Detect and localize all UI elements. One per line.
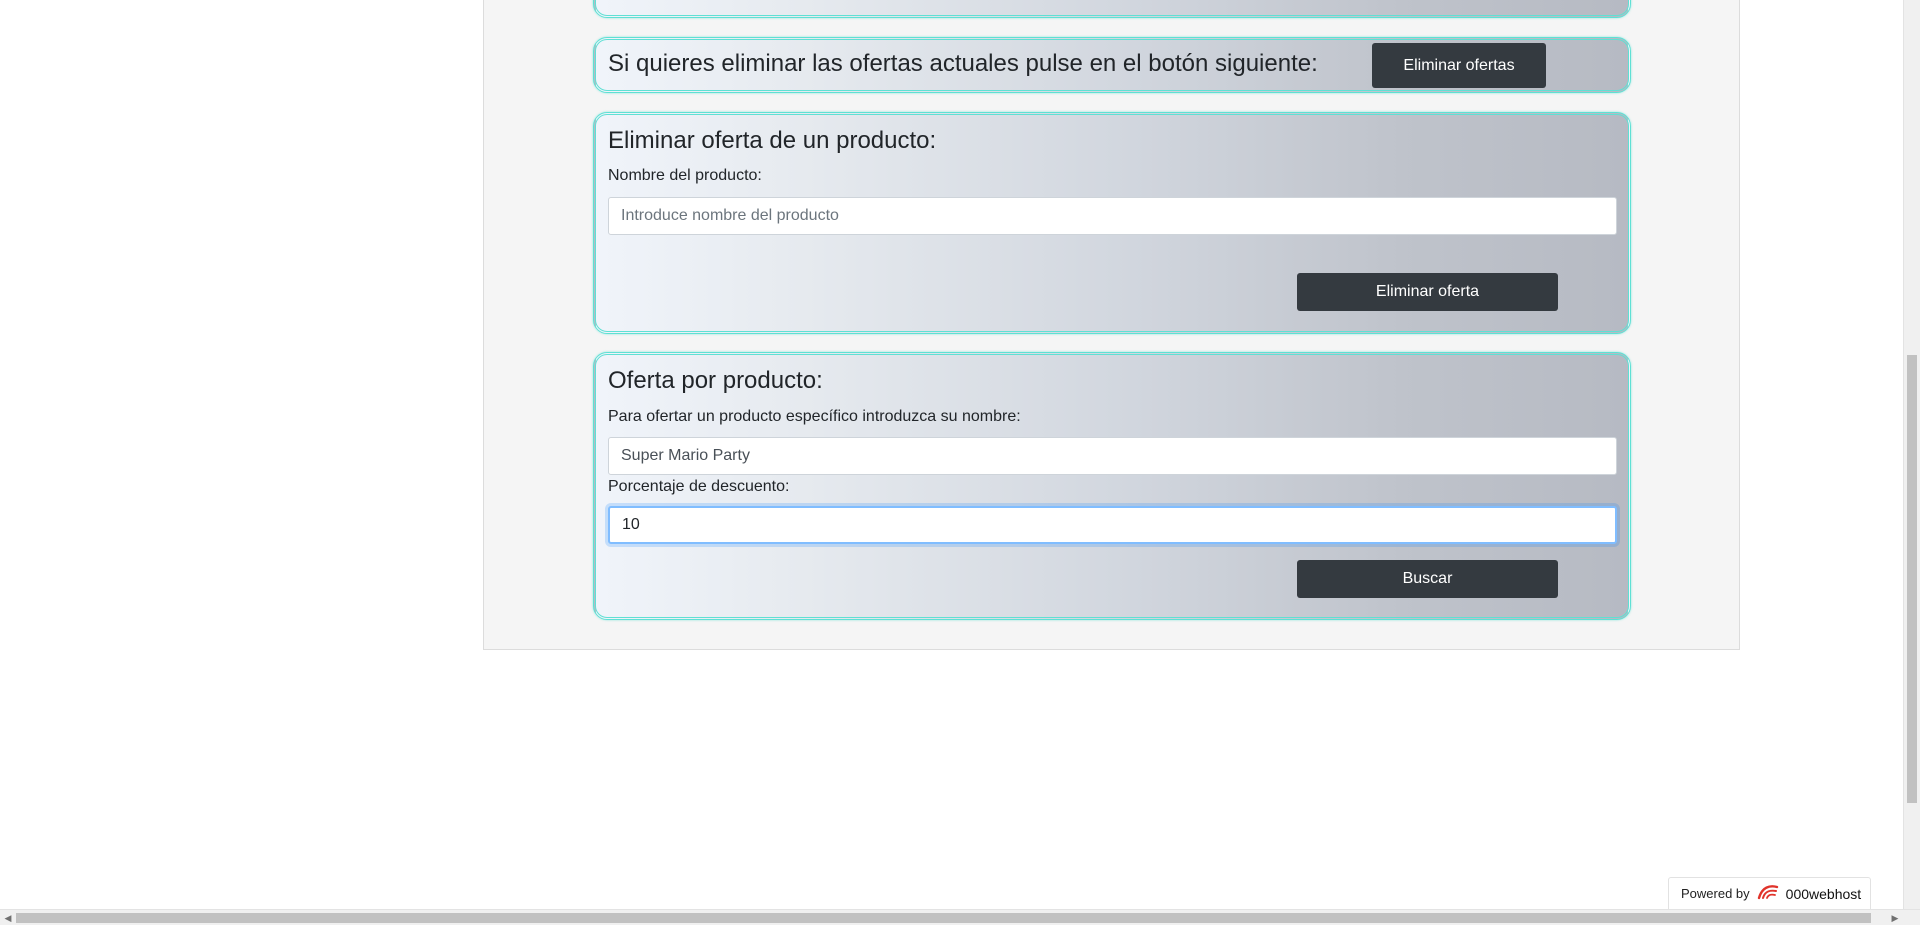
delete-offer-button[interactable]: Eliminar oferta — [1297, 273, 1558, 311]
delete-offer-title: Eliminar oferta de un producto: — [608, 127, 937, 154]
vertical-scrollbar[interactable] — [1903, 0, 1920, 909]
search-button[interactable]: Buscar — [1297, 560, 1558, 598]
delete-all-offers-card: Si quieres eliminar las ofertas actuales… — [593, 37, 1631, 93]
horizontal-scrollbar-thumb[interactable] — [16, 913, 1871, 923]
discount-label: Porcentaje de descuento: — [608, 478, 790, 495]
discount-input[interactable] — [608, 506, 1617, 544]
000webhost-logo-icon — [1756, 883, 1780, 904]
vertical-scrollbar-thumb[interactable] — [1907, 355, 1917, 803]
offer-product-label: Para ofertar un producto específico intr… — [608, 408, 1021, 425]
delete-all-instruction: Si quieres eliminar las ofertas actuales… — [608, 50, 1318, 77]
powered-by-text: Powered by — [1681, 886, 1750, 901]
scroll-right-arrow-icon[interactable]: ▶ — [1888, 911, 1902, 925]
offer-product-input[interactable] — [608, 437, 1617, 475]
horizontal-scrollbar[interactable]: ◀ ▶ — [0, 909, 1920, 925]
product-offer-title: Oferta por producto: — [608, 367, 823, 394]
scroll-left-arrow-icon[interactable]: ◀ — [1, 911, 15, 925]
product-offer-card: Oferta por producto: Para ofertar un pro… — [593, 352, 1631, 620]
delete-product-offer-card: Eliminar oferta de un producto: Nombre d… — [593, 112, 1631, 334]
product-name-label: Nombre del producto: — [608, 167, 762, 184]
powered-by-badge[interactable]: Powered by 000webhost — [1668, 877, 1871, 909]
brand-name: 000webhost — [1785, 885, 1862, 902]
product-name-input[interactable] — [608, 197, 1617, 235]
delete-offers-button[interactable]: Eliminar ofertas — [1372, 43, 1546, 88]
previous-card — [593, 0, 1631, 18]
